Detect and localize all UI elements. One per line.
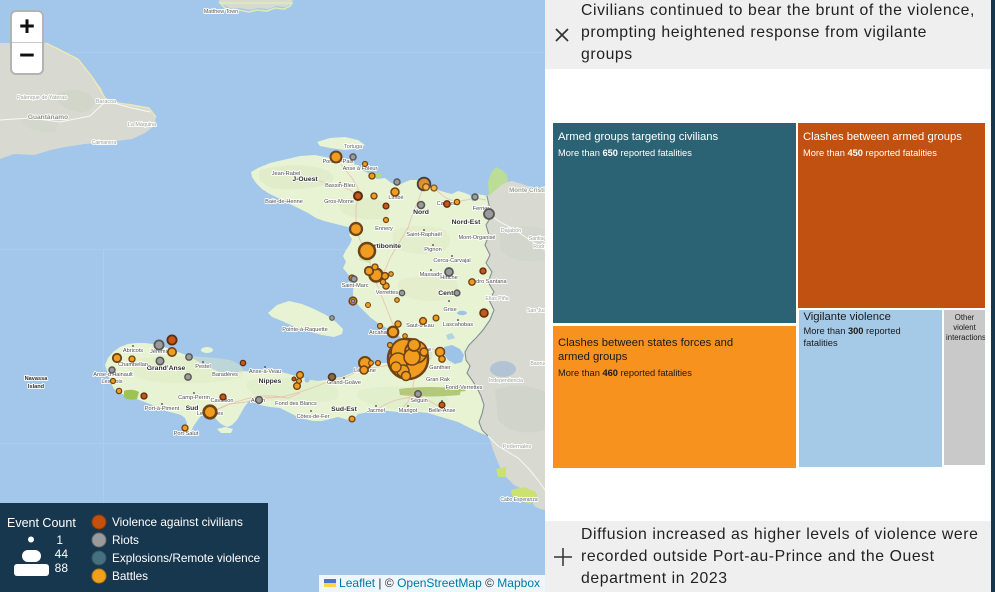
svg-text:Palenque de Yateras: Palenque de Yateras xyxy=(17,95,67,101)
svg-text:Cabo Esperanza: Cabo Esperanza xyxy=(500,497,537,503)
svg-text:Sud-Est: Sud-Est xyxy=(331,406,357,413)
svg-text:Mont-Organisé: Mont-Organisé xyxy=(459,235,496,241)
svg-text:Island: Island xyxy=(28,384,45,390)
svg-text:Bassin-Bleu: Bassin-Bleu xyxy=(325,183,355,189)
svg-text:Anse-à-Veau: Anse-à-Veau xyxy=(249,369,281,375)
svg-text:Belle-Anse: Belle-Anse xyxy=(428,408,455,414)
svg-text:Event Count: Event Count xyxy=(7,516,76,530)
svg-text:Séguin: Séguin xyxy=(410,398,427,404)
svg-text:Camp-Perrin: Camp-Perrin xyxy=(178,395,210,401)
svg-text:Fond-Verrettes: Fond-Verrettes xyxy=(446,385,483,391)
svg-text:Massade: Massade xyxy=(420,272,443,278)
svg-text:Battles: Battles xyxy=(112,569,148,583)
svg-text:Chambellan: Chambellan xyxy=(118,362,148,368)
svg-text:Rodríg: Rodríg xyxy=(533,244,545,250)
svg-text:Fond des Blancs: Fond des Blancs xyxy=(275,401,317,407)
svg-text:Gran Rak: Gran Rak xyxy=(426,377,450,383)
svg-text:Riots: Riots xyxy=(112,533,139,547)
svg-text:Saint-Marc: Saint-Marc xyxy=(341,283,368,289)
svg-text:San Juan: San Juan xyxy=(527,308,545,314)
svg-text:Monte Cristi: Monte Cristi xyxy=(509,187,545,194)
svg-text:Grand’Anse: Grand’Anse xyxy=(147,365,186,372)
svg-text:Nippes: Nippes xyxy=(259,378,282,385)
svg-text:Tortuga: Tortuga xyxy=(344,144,362,150)
svg-text:Anse à Foleur: Anse à Foleur xyxy=(343,166,378,172)
svg-text:Pestel: Pestel xyxy=(195,364,211,370)
svg-text:Independencia: Independencia xyxy=(489,378,523,384)
svg-text:Caimanera: Caimanera xyxy=(92,140,117,146)
svg-text:Lascahobas: Lascahobas xyxy=(443,322,473,328)
svg-text:Jacmel: Jacmel xyxy=(367,408,385,414)
svg-text:Nord-Est: Nord-Est xyxy=(452,219,481,226)
svg-text:Navassa: Navassa xyxy=(25,376,49,382)
svg-text:Ganthier: Ganthier xyxy=(429,365,451,371)
svg-text:Pignon: Pignon xyxy=(424,247,441,253)
svg-text:Port Salut: Port Salut xyxy=(174,431,199,437)
svg-text:1: 1 xyxy=(56,533,63,547)
svg-text:Ennery: Ennery xyxy=(375,226,393,232)
svg-text:Port-à-Piment: Port-à-Piment xyxy=(145,406,180,412)
svg-text:Jean-Rabel: Jean-Rabel xyxy=(272,171,301,177)
svg-text:Grise: Grise xyxy=(443,307,456,313)
svg-text:Explosions/Remote violence: Explosions/Remote violence xyxy=(112,551,261,565)
svg-text:Baie-de-Henne: Baie-de-Henne xyxy=(265,199,303,205)
svg-text:Verrettes: Verrettes xyxy=(376,290,399,296)
svg-text:Baracoa: Baracoa xyxy=(96,99,116,105)
svg-text:Baoruco: Baoruco xyxy=(530,361,545,367)
svg-text:Abricots: Abricots xyxy=(123,348,143,354)
svg-text:Marigot: Marigot xyxy=(399,408,418,414)
svg-text:La Máquina: La Máquina xyxy=(128,122,156,128)
svg-text:Matthew Town: Matthew Town xyxy=(204,9,238,15)
svg-text:Santiago: Santiago xyxy=(529,236,545,242)
svg-text:Gros-Morne: Gros-Morne xyxy=(324,199,354,205)
svg-text:Cerca-Carvajal: Cerca-Carvajal xyxy=(433,258,470,264)
svg-text:Côtes-de-Fer: Côtes-de-Fer xyxy=(297,414,330,420)
svg-text:Pointe-à-Raquette: Pointe-à-Raquette xyxy=(282,327,327,333)
svg-text:Saut-d’Eau: Saut-d’Eau xyxy=(406,323,434,329)
svg-text:Dajabón: Dajabón xyxy=(501,228,522,234)
svg-text:44: 44 xyxy=(55,547,69,561)
svg-text:J-Ouest: J-Ouest xyxy=(292,176,318,183)
svg-text:Elías Piña: Elías Piña xyxy=(485,296,508,302)
svg-text:88: 88 xyxy=(55,561,69,575)
svg-text:Guantánamo: Guantánamo xyxy=(28,114,68,121)
svg-text:Nord: Nord xyxy=(413,209,429,216)
svg-text:Pedernales: Pedernales xyxy=(503,444,532,450)
svg-text:Baradères: Baradères xyxy=(212,372,238,378)
svg-text:Saint-Raphaël: Saint-Raphaël xyxy=(406,232,441,238)
svg-text:Violence against civilians: Violence against civilians xyxy=(112,515,243,529)
